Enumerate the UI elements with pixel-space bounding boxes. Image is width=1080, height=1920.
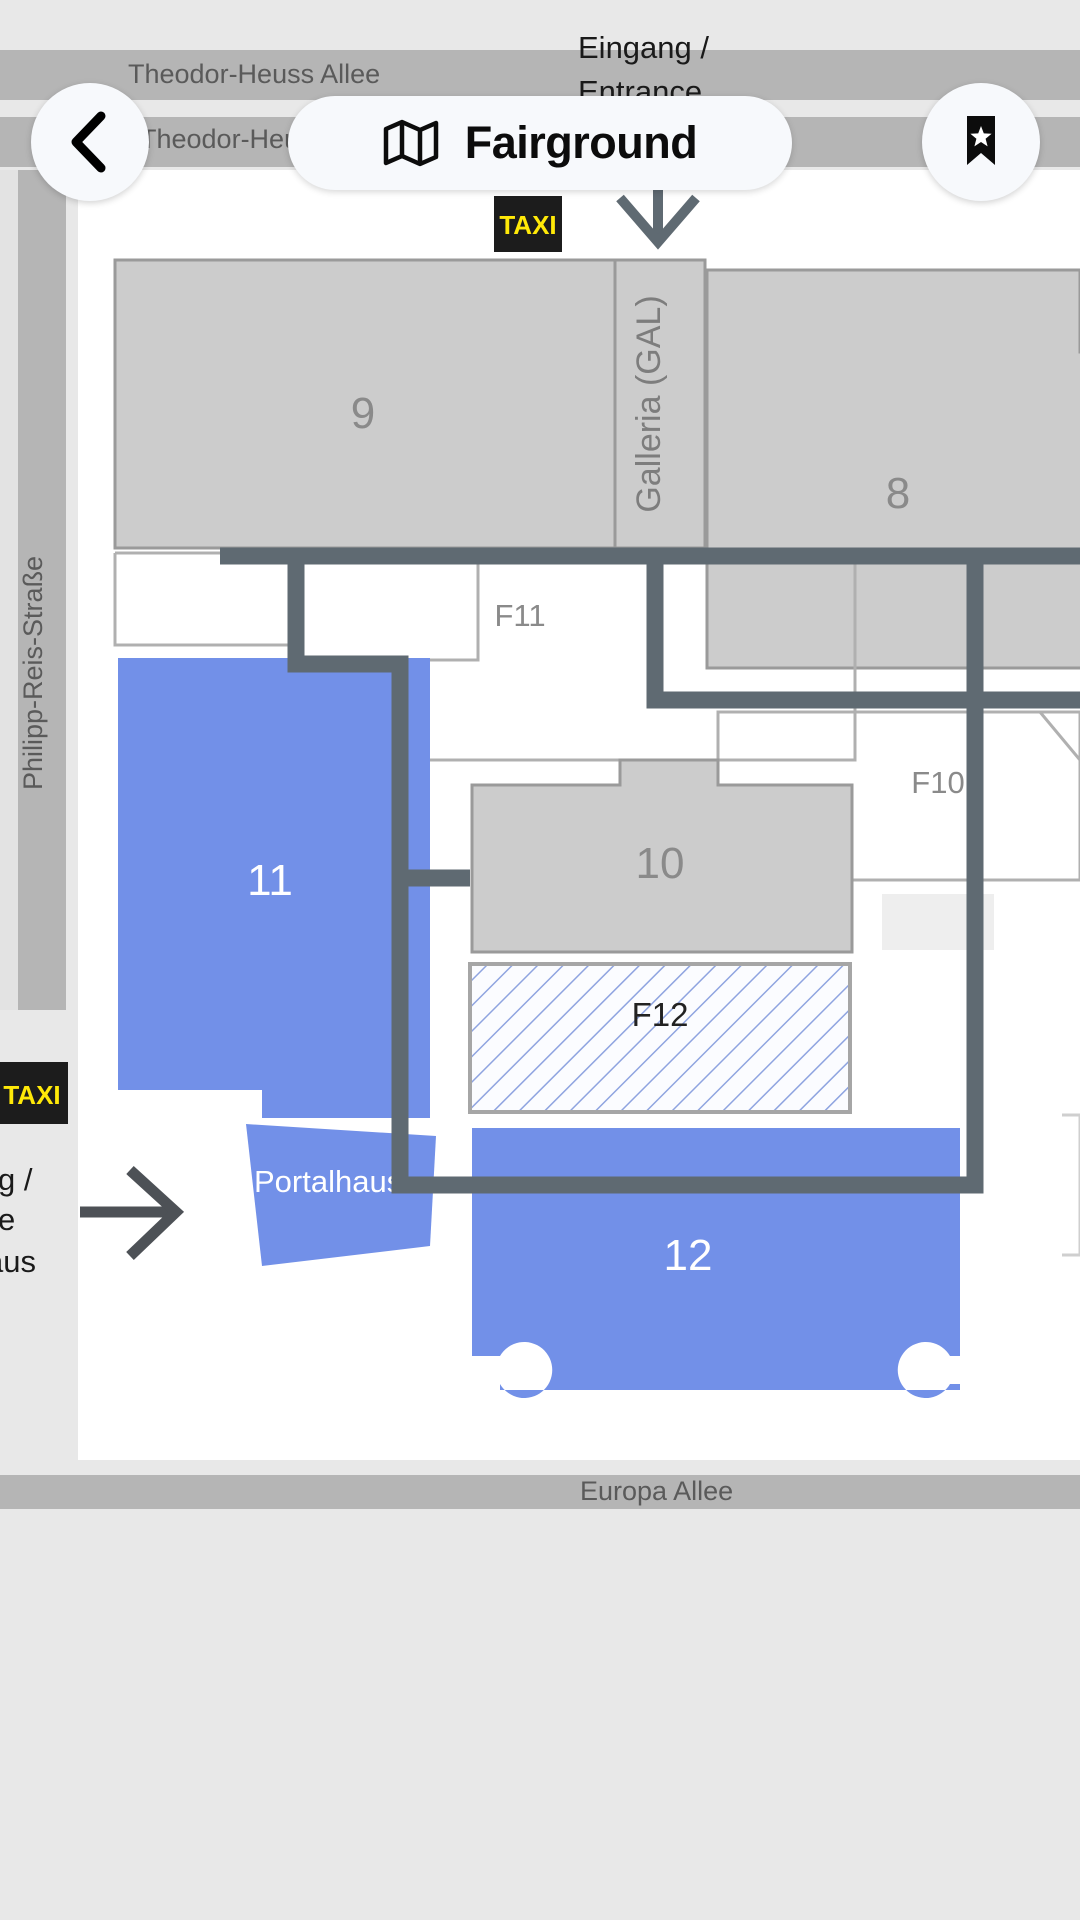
path-stub-a [220,548,242,564]
street-edge-left [0,170,18,1010]
taxi-badge-top: TAXI [494,196,562,252]
bookmark-star-icon [967,116,995,165]
street-label-europa-allee: Europa Allee [580,1476,733,1506]
fairground-map[interactable]: 9 Galleria (GAL) 8 F11 F10 11 10 F12 12 … [0,0,1080,1530]
fairground-title-pill[interactable]: Fairground [288,96,792,190]
taxi-badge-left: TAXI [0,1062,68,1124]
edge-label-1: g / [0,1162,33,1197]
street-band-europa-allee [0,1475,1080,1509]
street-label-philipp-reis: Philipp-Reis-Straße [18,556,48,790]
page-title: Fairground [464,117,698,168]
hall-10-label: 10 [636,839,685,888]
hall-11-label: 11 [247,856,293,905]
map-viewport[interactable]: 9 Galleria (GAL) 8 F11 F10 11 10 F12 12 … [0,0,1080,1530]
street-label-theodor-heuss-1: Theodor-Heuss Allee [128,59,380,89]
page-root: 9 Galleria (GAL) 8 F11 F10 11 10 F12 12 … [0,0,1080,1920]
edge-label-2: e [0,1202,15,1237]
galleria-label: Galleria (GAL) [630,295,668,512]
area-f12-shape[interactable] [468,962,852,1114]
area-f11-label: F11 [494,598,545,633]
bookmark-button[interactable] [922,83,1040,201]
chevron-left-icon [71,111,106,173]
taxi-badge-left-label: TAXI [3,1080,60,1110]
area-f10-label: F10 [911,765,964,800]
hall-8-label: 8 [886,469,910,518]
portalhaus-label: Portalhaus [254,1164,402,1199]
edge-label-3: aus [0,1244,36,1279]
hall-12-label: 12 [664,1231,713,1280]
entrance-label-line1: Eingang / [578,30,709,65]
hall-9-label: 9 [351,389,375,438]
back-button[interactable] [31,83,149,201]
map-icon [383,119,438,167]
area-f12-label: F12 [632,996,689,1033]
path-stub-b [644,548,666,564]
taxi-badge-top-label: TAXI [499,210,556,240]
